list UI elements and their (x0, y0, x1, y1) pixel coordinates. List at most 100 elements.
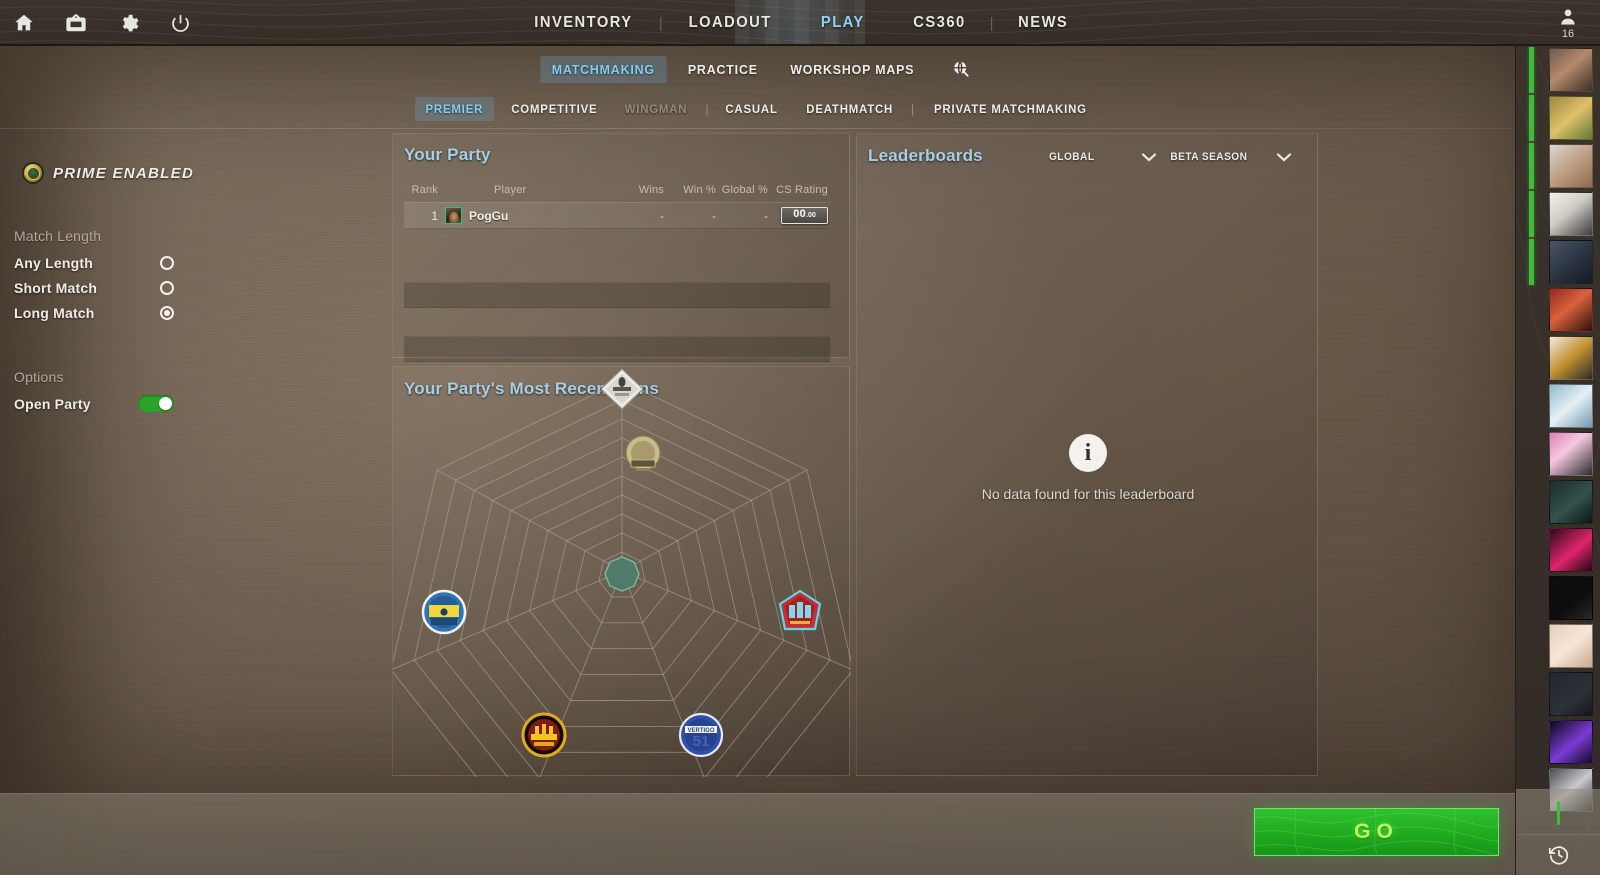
recent-wins-panel: Your Party's Most Recent Wins VERTIGO 51 (392, 366, 851, 777)
list-item[interactable] (1516, 46, 1600, 94)
list-item[interactable] (1516, 142, 1600, 190)
radio-long-match[interactable] (160, 305, 174, 320)
rail-bottom-controls (1516, 789, 1600, 875)
avatar (445, 207, 462, 224)
list-item[interactable] (1516, 94, 1600, 142)
list-item[interactable] (1516, 382, 1600, 430)
column-wins: Wins (638, 184, 664, 196)
avatar (1549, 96, 1593, 140)
list-item[interactable] (1516, 574, 1600, 622)
avatar (1549, 240, 1593, 284)
leaderboards-panel: Leaderboards GLOBAL BETA SEASON i No dat… (856, 133, 1318, 776)
list-item[interactable] (1516, 286, 1600, 334)
party-empty-slot[interactable] (404, 336, 830, 362)
radio-short-match[interactable] (160, 280, 174, 295)
leaderboard-season-dropdown[interactable]: BETA SEASON (1167, 146, 1292, 168)
go-button-label: GO (1354, 820, 1399, 843)
tab-casual[interactable]: CASUAL (715, 97, 788, 121)
cell-win-pct: - (712, 208, 716, 223)
prime-label: PRIME ENABLED (53, 164, 195, 182)
party-title: Your Party (404, 145, 491, 164)
option-open-party[interactable]: Open Party (14, 391, 174, 416)
mic-level-bar (1557, 800, 1560, 825)
avatar (1549, 48, 1593, 92)
online-indicator (1529, 47, 1534, 93)
tab-premier[interactable]: PREMIER (415, 97, 494, 121)
tab-private-matchmaking[interactable]: PRIVATE MATCHMAKING (924, 97, 1098, 121)
rating-integer: 00 (793, 208, 807, 220)
table-row[interactable]: 1 PogGu - - - 00 .00 (404, 202, 830, 229)
party-empty-slot[interactable] (404, 282, 830, 308)
tab-separator: | (705, 102, 709, 116)
season-value: BETA SEASON (1170, 151, 1248, 163)
prime-coin-icon (22, 162, 44, 184)
option-short-match[interactable]: Short Match (14, 275, 174, 300)
nav-item-inventory[interactable]: INVENTORY (514, 14, 653, 32)
profile-avatar[interactable]: 16 (1536, 0, 1600, 44)
tab-competitive[interactable]: COMPETITIVE (501, 97, 608, 121)
bottom-bar: GO (0, 793, 1515, 875)
list-item[interactable] (1516, 190, 1600, 238)
radar-chart (393, 380, 851, 777)
options-heading: Options (14, 369, 64, 385)
rating-decimal: .00 (806, 212, 816, 219)
header-divider (0, 128, 1515, 129)
option-label: Any Length (14, 254, 93, 271)
list-item[interactable] (1516, 526, 1600, 574)
cell-wins: - (660, 208, 664, 223)
column-cs-rating: CS Rating (776, 184, 828, 196)
online-indicator (1529, 191, 1534, 237)
empty-message: No data found for this leaderboard (981, 486, 1195, 502)
tab-deathmatch[interactable]: DEATHMATCH (795, 97, 903, 121)
nav-item-play[interactable]: PLAY (801, 14, 885, 32)
cell-player: PogGu (438, 207, 612, 224)
top-bar: INVENTORY | LOADOUT PLAY CS360 | NEWS 16 (0, 0, 1600, 46)
avatar (1549, 624, 1593, 668)
option-label: Short Match (14, 279, 98, 296)
nav-separator: | (658, 14, 663, 32)
nav-item-cs360[interactable]: CS360 (893, 14, 986, 32)
subnav-workshop-maps[interactable]: WORKSHOP MAPS (779, 56, 926, 83)
history-clock-icon[interactable] (1516, 834, 1600, 875)
online-indicator (1529, 95, 1534, 141)
subnav-matchmaking[interactable]: MATCHMAKING (540, 55, 667, 83)
prime-status: PRIME ENABLED (22, 162, 196, 184)
list-item[interactable] (1516, 718, 1600, 766)
radio-any-length[interactable] (160, 255, 174, 270)
toggle-knob (159, 397, 172, 410)
avatar (1549, 192, 1593, 236)
leaderboard-region-dropdown[interactable]: GLOBAL (1047, 146, 1157, 168)
option-long-match[interactable]: Long Match (14, 300, 174, 325)
party-table-header: Rank Player Wins Win % Global % CS Ratin… (404, 180, 830, 200)
option-any-length[interactable]: Any Length (14, 250, 174, 275)
list-item[interactable] (1516, 478, 1600, 526)
subnav-practice[interactable]: PRACTICE (676, 56, 769, 83)
chevron-down-icon (1276, 153, 1292, 162)
go-button[interactable]: GO (1254, 808, 1499, 856)
friends-list (1516, 46, 1600, 814)
avatar (1549, 432, 1593, 476)
region-value: GLOBAL (1048, 151, 1095, 163)
main-navigation: INVENTORY | LOADOUT PLAY CS360 | NEWS (0, 0, 1600, 44)
friends-rail (1515, 46, 1600, 875)
person-icon (1561, 9, 1575, 24)
list-item[interactable] (1516, 622, 1600, 670)
avatar (1549, 480, 1593, 524)
microphone-icon[interactable] (1516, 790, 1600, 835)
tab-wingman[interactable]: WINGMAN (615, 97, 699, 121)
globe-search-icon[interactable] (944, 54, 978, 84)
match-length-heading: Match Length (14, 228, 102, 244)
info-icon: i (1069, 434, 1107, 472)
list-item[interactable] (1516, 430, 1600, 478)
nav-item-loadout[interactable]: LOADOUT (668, 14, 792, 32)
chevron-down-icon (1141, 153, 1157, 162)
list-item[interactable] (1516, 670, 1600, 718)
nav-item-news[interactable]: NEWS (997, 14, 1088, 32)
toggle-open-party[interactable] (138, 395, 174, 412)
online-indicator (1529, 239, 1534, 285)
avatar (1549, 288, 1593, 332)
radar-data-area (604, 556, 640, 592)
list-item[interactable] (1516, 334, 1600, 382)
list-item[interactable] (1516, 238, 1600, 286)
avatar (1549, 144, 1593, 188)
